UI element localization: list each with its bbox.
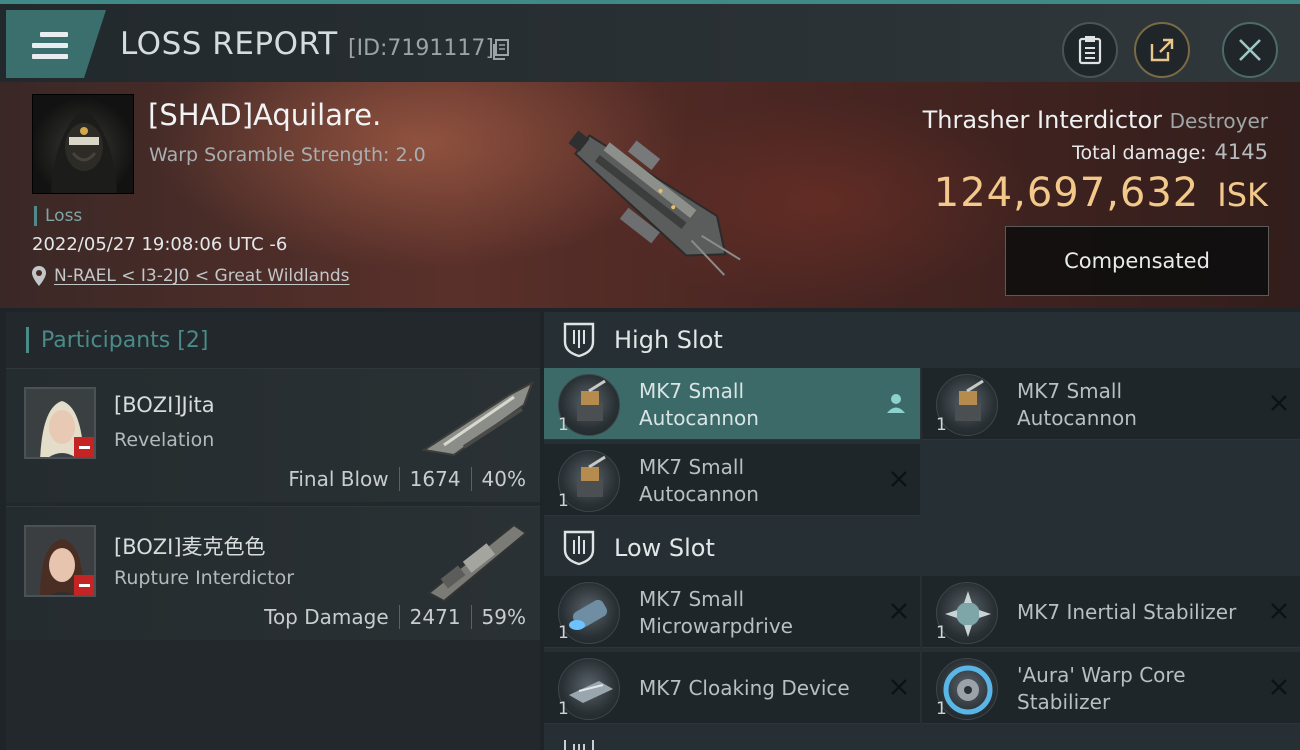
low-slot-icon	[563, 530, 595, 566]
location-link[interactable]: N-RAEL < I3-2J0 < Great Wildlands	[54, 266, 350, 286]
participant-name[interactable]: [BOZI]麦克色色	[114, 531, 266, 561]
rupture-ship-icon	[427, 523, 528, 603]
clipboard-icon	[1078, 36, 1102, 65]
low-slot-header: Low Slot	[544, 520, 1300, 576]
total-damage: Total damage: 4145	[1072, 140, 1268, 164]
module-name: 'Aura' Warp Core Stabilizer	[1017, 663, 1186, 714]
user-icon	[887, 394, 905, 413]
copy-icon[interactable]	[492, 39, 510, 61]
destroyed-x-icon	[1271, 395, 1287, 411]
participant-ship: Revelation	[114, 429, 215, 451]
location-pin-icon	[32, 266, 46, 286]
participant-row[interactable]: [BOZI]麦克色色 Rupture Interdictor Top Damag…	[6, 506, 540, 640]
total-damage-value: 4145	[1214, 140, 1268, 164]
participant-percent: 40%	[481, 467, 526, 491]
share-icon	[1150, 38, 1174, 62]
participant-role: Top Damage	[264, 605, 389, 629]
destroyed-x-icon	[1271, 679, 1287, 695]
module-item[interactable]: 1 MK7 Cloaking Device	[544, 652, 920, 724]
participant-avatar[interactable]	[24, 525, 96, 597]
module-name: MK7 Inertial Stabilizer	[1017, 600, 1237, 624]
share-button[interactable]	[1134, 22, 1190, 78]
ship-render-image	[568, 130, 741, 276]
module-item[interactable]: 1 MK7 Small Autocannon	[544, 444, 920, 516]
participant-name[interactable]: [BOZI]Jita	[114, 393, 215, 417]
revelation-ship-icon	[421, 380, 534, 457]
participant-row[interactable]: [BOZI]Jita Revelation Final Blow 1674 40…	[6, 368, 540, 502]
participants-count: [2]	[177, 327, 209, 353]
module-quantity: 1	[558, 699, 569, 719]
victim-avatar[interactable]	[32, 94, 134, 194]
module-quantity: 1	[936, 623, 947, 643]
close-icon	[1239, 39, 1261, 61]
module-name: MK7 Small Autocannon	[639, 379, 759, 430]
total-damage-label: Total damage:	[1072, 142, 1207, 164]
module-item[interactable]: 1 MK7 Small Autocannon	[922, 368, 1300, 440]
header-bar: LOSS REPORT [ID:7191117]	[0, 0, 1300, 82]
high-slot-header: High Slot	[544, 312, 1300, 368]
module-quantity: 1	[558, 491, 569, 511]
destroyed-x-icon	[1271, 603, 1287, 619]
low-slot-label: Low Slot	[614, 534, 715, 562]
isk-amount: 124,697,632	[933, 170, 1200, 216]
participant-percent: 59%	[481, 605, 526, 629]
module-name: MK7 Cloaking Device	[639, 676, 850, 700]
module-name: MK7 Small Microwarpdrive	[639, 587, 793, 638]
hamburger-menu-icon	[32, 32, 68, 60]
isk-value: 124,697,632 ISK	[934, 170, 1268, 216]
ship-class: Destroyer	[1169, 109, 1268, 133]
destroyed-x-icon	[891, 471, 907, 487]
participant-stats: Final Blow 1674 40%	[288, 467, 526, 491]
high-slot-label: High Slot	[614, 326, 723, 354]
report-id: [ID:7191117]	[348, 36, 494, 61]
victim-banner: [SHAD]Aquilare. Warp Soramble Strength: …	[0, 82, 1300, 308]
hostile-badge	[74, 575, 94, 595]
module-item[interactable]: 1 MK7 Small Autocannon	[544, 368, 920, 440]
high-slot-icon	[563, 322, 595, 358]
module-quantity: 1	[936, 699, 947, 719]
location[interactable]: N-RAEL < I3-2J0 < Great Wildlands	[32, 266, 350, 286]
compensated-button[interactable]: Compensated	[1005, 226, 1269, 296]
participants-header: Participants [2]	[6, 312, 540, 368]
module-name: MK7 Small Autocannon	[639, 455, 759, 506]
destroyed-x-icon	[891, 679, 907, 695]
module-item[interactable]: 1 MK7 Inertial Stabilizer	[922, 576, 1300, 648]
module-name: MK7 Small Autocannon	[1017, 379, 1137, 430]
module-item[interactable]: 1 'Aura' Warp Core Stabilizer	[922, 652, 1300, 724]
loss-status-tag: Loss	[34, 206, 82, 226]
participants-panel: Participants [2] [BOZI]Jita Revelation F…	[6, 312, 540, 750]
hooded-pilot-portrait	[51, 107, 117, 193]
clipboard-button[interactable]	[1062, 22, 1118, 78]
participant-role: Final Blow	[288, 467, 389, 491]
module-item[interactable]: 1 MK7 Small Microwarpdrive	[544, 576, 920, 648]
participant-stats: Top Damage 2471 59%	[264, 605, 526, 629]
menu-button[interactable]	[6, 10, 106, 78]
module-quantity: 1	[558, 415, 569, 435]
page-title: LOSS REPORT	[120, 26, 338, 62]
destroyed-x-icon	[891, 603, 907, 619]
hostile-badge	[74, 437, 94, 457]
module-quantity: 1	[936, 415, 947, 435]
close-button[interactable]	[1222, 22, 1278, 78]
mid-slot-header-partial	[544, 738, 1300, 750]
warp-scramble-strength: Warp Soramble Strength: 2.0	[149, 144, 426, 166]
fittings-panel: High Slot 1 MK7 Small Autocannon 1 MK7 S…	[544, 312, 1300, 750]
participant-avatar[interactable]	[24, 387, 96, 459]
kill-timestamp: 2022/05/27 19:08:06 UTC -6	[32, 234, 288, 255]
module-quantity: 1	[558, 623, 569, 643]
participant-ship: Rupture Interdictor	[114, 567, 294, 589]
participant-damage: 2471	[409, 605, 461, 629]
isk-currency: ISK	[1217, 176, 1268, 214]
ship-name: Thrasher Interdictor Destroyer	[922, 106, 1268, 134]
victim-name[interactable]: [SHAD]Aquilare.	[148, 98, 381, 132]
participants-label: Participants	[41, 327, 171, 353]
participant-damage: 1674	[409, 467, 461, 491]
